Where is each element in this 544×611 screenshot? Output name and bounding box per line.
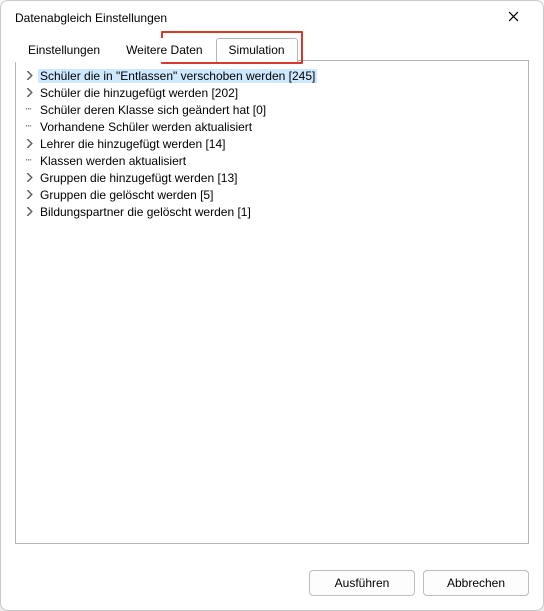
expand-icon[interactable] [22,71,36,80]
dialog-window: Datenabgleich Einstellungen Einstellunge… [0,0,544,611]
tree-branch-glyph: ⋯ [22,121,36,132]
simulation-tree[interactable]: Schüler die in "Entlassen" verschoben we… [15,61,529,544]
tab-einstellungen[interactable]: Einstellungen [15,38,113,62]
cancel-button[interactable]: Abbrechen [423,570,529,596]
tree-item[interactable]: ⋯Klassen werden aktualisiert [18,152,526,169]
expand-icon[interactable] [22,207,36,216]
tree-item-label: Klassen werden aktualisiert [38,154,188,168]
tree-item[interactable]: Schüler die hinzugefügt werden [202] [18,84,526,101]
tab-label: Simulation [229,43,285,57]
tree-item[interactable]: Gruppen die hinzugefügt werden [13] [18,169,526,186]
tree-branch-glyph: ⋯ [22,104,36,115]
execute-button[interactable]: Ausführen [309,570,415,596]
dialog-body: Einstellungen Weitere Daten Simulation S… [1,35,543,558]
tree-item-label: Bildungspartner die gelöscht werden [1] [38,205,253,219]
tree-item[interactable]: ⋯Vorhandene Schüler werden aktualisiert [18,118,526,135]
expand-icon[interactable] [22,173,36,182]
tree-item[interactable]: Gruppen die gelöscht werden [5] [18,186,526,203]
tab-simulation[interactable]: Simulation [216,38,298,62]
tree-item-label: Schüler die in "Entlassen" verschoben we… [38,69,317,83]
tree-item-label: Gruppen die hinzugefügt werden [13] [38,171,239,185]
tree-item-label: Lehrer die hinzugefügt werden [14] [38,137,227,151]
close-icon [508,11,519,25]
expand-icon[interactable] [22,139,36,148]
tree-item-label: Schüler deren Klasse sich geändert hat [… [38,103,268,117]
close-button[interactable] [493,4,533,32]
tree-branch-glyph: ⋯ [22,155,36,166]
tree-item-label: Schüler die hinzugefügt werden [202] [38,86,240,100]
tab-bar: Einstellungen Weitere Daten Simulation [15,35,529,61]
dialog-footer: Ausführen Abbrechen [1,558,543,610]
tree-item-label: Vorhandene Schüler werden aktualisiert [38,120,254,134]
tree-item[interactable]: Schüler die in "Entlassen" verschoben we… [18,67,526,84]
tree-item[interactable]: ⋯Schüler deren Klasse sich geändert hat … [18,101,526,118]
expand-icon[interactable] [22,190,36,199]
tab-label: Einstellungen [28,43,100,57]
button-label: Abbrechen [447,576,505,590]
tree-item-label: Gruppen die gelöscht werden [5] [38,188,215,202]
window-title: Datenabgleich Einstellungen [15,11,493,25]
expand-icon[interactable] [22,88,36,97]
tree-item[interactable]: Bildungspartner die gelöscht werden [1] [18,203,526,220]
titlebar: Datenabgleich Einstellungen [1,1,543,35]
tab-weitere-daten[interactable]: Weitere Daten [113,38,215,62]
button-label: Ausführen [335,576,390,590]
tab-label: Weitere Daten [126,43,202,57]
tree-item[interactable]: Lehrer die hinzugefügt werden [14] [18,135,526,152]
